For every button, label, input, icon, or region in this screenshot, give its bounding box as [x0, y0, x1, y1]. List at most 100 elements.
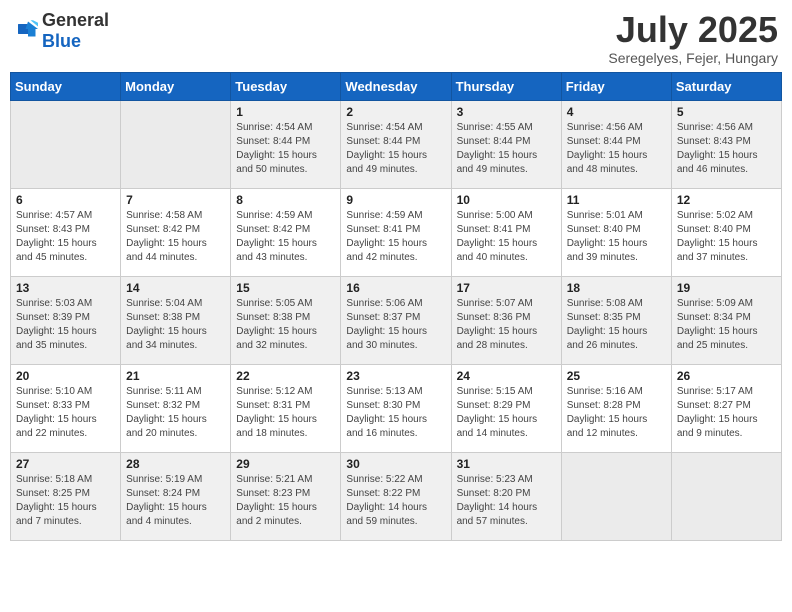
calendar-day-cell: 15Sunrise: 5:05 AMSunset: 8:38 PMDayligh… — [231, 276, 341, 364]
day-number: 22 — [236, 369, 335, 383]
day-number: 31 — [457, 457, 556, 471]
calendar-day-cell: 7Sunrise: 4:58 AMSunset: 8:42 PMDaylight… — [121, 188, 231, 276]
calendar-day-cell: 11 Sunrise: 5:01 AMSunset: 8:40 PMDayligh… — [561, 188, 671, 276]
day-info: Sunrise: 5:01 AMSunset: 8:40 PMDaylight:… — [567, 209, 666, 265]
title-area: July 2025 Seregelyes, Fejer, Hungary — [608, 10, 778, 66]
calendar-day-cell: 4Sunrise: 4:56 AMSunset: 8:44 PMDaylight… — [561, 100, 671, 188]
day-info: Sunrise: 5:11 AMSunset: 8:32 PMDaylight:… — [126, 385, 225, 441]
day-info: Sunrise: 5:19 AMSunset: 8:24 PMDaylight:… — [126, 473, 225, 529]
day-number: 29 — [236, 457, 335, 471]
day-number: 25 — [567, 369, 666, 383]
calendar-week-row: 6Sunrise: 4:57 AMSunset: 8:43 PMDaylight… — [11, 188, 782, 276]
logo-general: General — [42, 10, 109, 30]
day-info: Sunrise: 5:09 AMSunset: 8:34 PMDaylight:… — [677, 297, 776, 353]
page-header: General Blue July 2025 Seregelyes, Fejer… — [10, 10, 782, 66]
day-info: Sunrise: 5:06 AMSunset: 8:37 PMDaylight:… — [346, 297, 445, 353]
calendar-week-row: 27Sunrise: 5:18 AMSunset: 8:25 PMDayligh… — [11, 452, 782, 540]
calendar-day-cell: 2 Sunrise: 4:54 AMSunset: 8:44 PMDaylight… — [341, 100, 451, 188]
day-info: Sunrise: 4:59 AMSunset: 8:41 PMDaylight:… — [346, 209, 445, 265]
day-info: Sunrise: 5:22 AMSunset: 8:22 PMDaylight:… — [346, 473, 445, 529]
calendar-week-row: 20 Sunrise: 5:10 AMSunset: 8:33 PMDayligh… — [11, 364, 782, 452]
calendar-day-cell: 3 Sunrise: 4:55 AMSunset: 8:44 PMDaylight… — [451, 100, 561, 188]
logo: General Blue — [14, 10, 109, 52]
day-info: Sunrise: 5:21 AMSunset: 8:23 PMDaylight:… — [236, 473, 335, 529]
calendar-day-cell: 22 Sunrise: 5:12 AMSunset: 8:31 PMDayligh… — [231, 364, 341, 452]
day-info: Sunrise: 5:04 AMSunset: 8:38 PMDaylight:… — [126, 297, 225, 353]
day-number: 17 — [457, 281, 556, 295]
calendar-day-cell: 1 Sunrise: 4:54 AMSunset: 8:44 PMDaylight… — [231, 100, 341, 188]
day-info: Sunrise: 5:03 AMSunset: 8:39 PMDaylight:… — [16, 297, 115, 353]
day-info: Sunrise: 5:10 AMSunset: 8:33 PMDaylight:… — [16, 385, 115, 441]
day-info: Sunrise: 5:12 AMSunset: 8:31 PMDaylight:… — [236, 385, 335, 441]
day-number: 15 — [236, 281, 335, 295]
month-year-title: July 2025 — [608, 10, 778, 50]
weekday-header-saturday: Saturday — [671, 72, 781, 100]
day-info: Sunrise: 5:02 AMSunset: 8:40 PMDaylight:… — [677, 209, 776, 265]
day-number: 14 — [126, 281, 225, 295]
day-number: 6 — [16, 193, 115, 207]
calendar-week-row: 1 Sunrise: 4:54 AMSunset: 8:44 PMDaylight… — [11, 100, 782, 188]
calendar-day-cell: 24 Sunrise: 5:15 AMSunset: 8:29 PMDayligh… — [451, 364, 561, 452]
day-number: 1 — [236, 105, 335, 119]
calendar-day-cell: 29 Sunrise: 5:21 AMSunset: 8:23 PMDayligh… — [231, 452, 341, 540]
day-info: Sunrise: 5:15 AMSunset: 8:29 PMDaylight:… — [457, 385, 556, 441]
day-info: Sunrise: 5:00 AMSunset: 8:41 PMDaylight:… — [457, 209, 556, 265]
calendar-day-cell: 16 Sunrise: 5:06 AMSunset: 8:37 PMDayligh… — [341, 276, 451, 364]
day-number: 9 — [346, 193, 445, 207]
day-number: 30 — [346, 457, 445, 471]
day-number: 4 — [567, 105, 666, 119]
day-info: Sunrise: 4:54 AMSunset: 8:44 PMDaylight:… — [346, 121, 445, 177]
calendar-day-cell: 13 Sunrise: 5:03 AMSunset: 8:39 PMDayligh… — [11, 276, 121, 364]
calendar-day-cell — [671, 452, 781, 540]
calendar-week-row: 13 Sunrise: 5:03 AMSunset: 8:39 PMDayligh… — [11, 276, 782, 364]
day-info: Sunrise: 5:07 AMSunset: 8:36 PMDaylight:… — [457, 297, 556, 353]
day-info: Sunrise: 5:16 AMSunset: 8:28 PMDaylight:… — [567, 385, 666, 441]
day-number: 5 — [677, 105, 776, 119]
calendar-day-cell: 8 Sunrise: 4:59 AMSunset: 8:42 PMDaylight… — [231, 188, 341, 276]
location-subtitle: Seregelyes, Fejer, Hungary — [608, 50, 778, 66]
calendar-day-cell: 12Sunrise: 5:02 AMSunset: 8:40 PMDayligh… — [671, 188, 781, 276]
calendar-day-cell: 28 Sunrise: 5:19 AMSunset: 8:24 PMDayligh… — [121, 452, 231, 540]
calendar-header-row: SundayMondayTuesdayWednesdayThursdayFrid… — [11, 72, 782, 100]
calendar-day-cell: 30 Sunrise: 5:22 AMSunset: 8:22 PMDayligh… — [341, 452, 451, 540]
day-number: 21 — [126, 369, 225, 383]
day-number: 13 — [16, 281, 115, 295]
day-number: 23 — [346, 369, 445, 383]
weekday-header-thursday: Thursday — [451, 72, 561, 100]
calendar-day-cell: 25 Sunrise: 5:16 AMSunset: 8:28 PMDayligh… — [561, 364, 671, 452]
day-info: Sunrise: 4:54 AMSunset: 8:44 PMDaylight:… — [236, 121, 335, 177]
logo-blue: Blue — [42, 31, 81, 51]
day-number: 18 — [567, 281, 666, 295]
day-number: 24 — [457, 369, 556, 383]
day-number: 8 — [236, 193, 335, 207]
day-number: 27 — [16, 457, 115, 471]
day-number: 26 — [677, 369, 776, 383]
calendar-day-cell: 20 Sunrise: 5:10 AMSunset: 8:33 PMDayligh… — [11, 364, 121, 452]
day-number: 11 — [567, 193, 666, 207]
calendar-day-cell: 27Sunrise: 5:18 AMSunset: 8:25 PMDayligh… — [11, 452, 121, 540]
calendar-day-cell: 9 Sunrise: 4:59 AMSunset: 8:41 PMDaylight… — [341, 188, 451, 276]
calendar-day-cell: 26Sunrise: 5:17 AMSunset: 8:27 PMDayligh… — [671, 364, 781, 452]
day-info: Sunrise: 4:59 AMSunset: 8:42 PMDaylight:… — [236, 209, 335, 265]
day-number: 3 — [457, 105, 556, 119]
day-number: 20 — [16, 369, 115, 383]
calendar-day-cell: 17 Sunrise: 5:07 AMSunset: 8:36 PMDayligh… — [451, 276, 561, 364]
calendar-day-cell: 21 Sunrise: 5:11 AMSunset: 8:32 PMDayligh… — [121, 364, 231, 452]
day-number: 2 — [346, 105, 445, 119]
day-number: 16 — [346, 281, 445, 295]
day-number: 10 — [457, 193, 556, 207]
day-number: 7 — [126, 193, 225, 207]
weekday-header-friday: Friday — [561, 72, 671, 100]
day-number: 19 — [677, 281, 776, 295]
calendar-day-cell: 6Sunrise: 4:57 AMSunset: 8:43 PMDaylight… — [11, 188, 121, 276]
day-info: Sunrise: 4:56 AMSunset: 8:43 PMDaylight:… — [677, 121, 776, 177]
calendar-table: SundayMondayTuesdayWednesdayThursdayFrid… — [10, 72, 782, 541]
day-info: Sunrise: 5:08 AMSunset: 8:35 PMDaylight:… — [567, 297, 666, 353]
weekday-header-wednesday: Wednesday — [341, 72, 451, 100]
day-info: Sunrise: 5:23 AMSunset: 8:20 PMDaylight:… — [457, 473, 556, 529]
calendar-day-cell: 31 Sunrise: 5:23 AMSunset: 8:20 PMDayligh… — [451, 452, 561, 540]
calendar-day-cell: 10 Sunrise: 5:00 AMSunset: 8:41 PMDayligh… — [451, 188, 561, 276]
calendar-day-cell — [121, 100, 231, 188]
day-info: Sunrise: 4:55 AMSunset: 8:44 PMDaylight:… — [457, 121, 556, 177]
day-number: 28 — [126, 457, 225, 471]
